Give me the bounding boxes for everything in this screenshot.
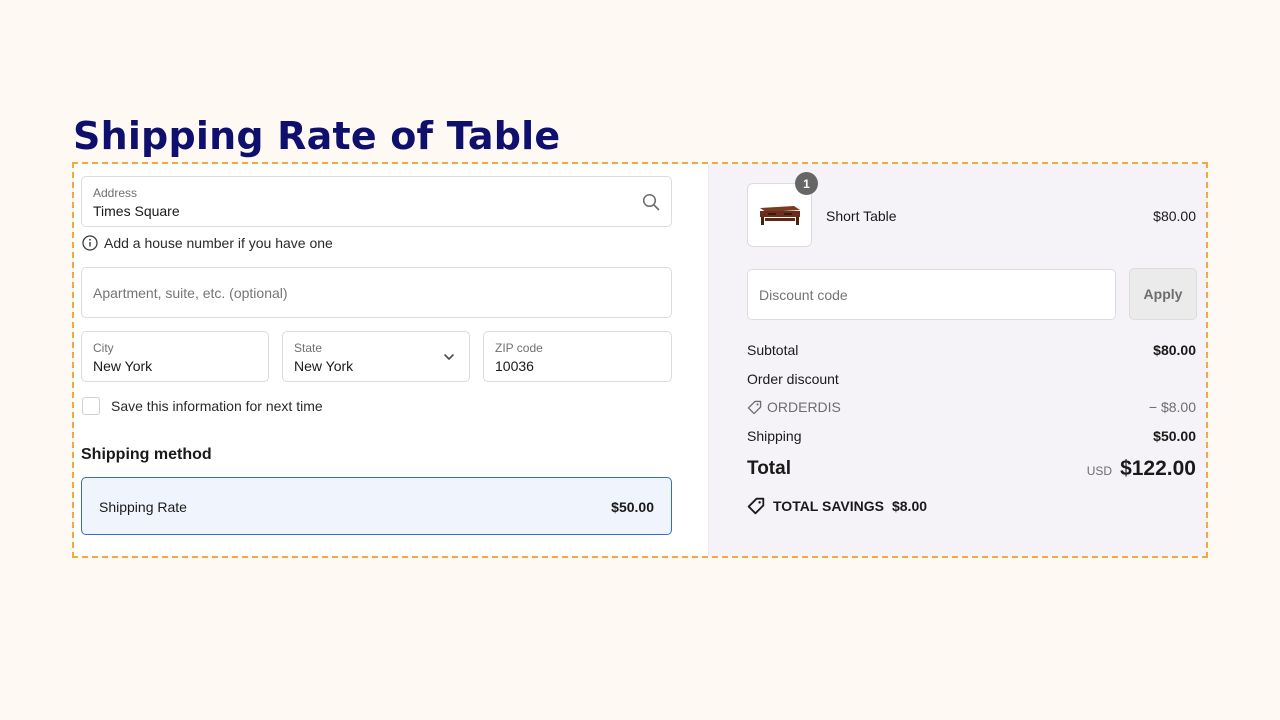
shipping-option-price: $50.00 (611, 499, 654, 515)
page-title: Shipping Rate of Table (73, 114, 561, 158)
shipping-method-heading: Shipping method (81, 446, 212, 463)
city-label: City (93, 341, 114, 355)
address-value[interactable]: Times Square (93, 203, 180, 219)
total-savings-value: $8.00 (891, 498, 928, 514)
state-value[interactable]: New York (294, 358, 353, 374)
total-savings-label: TOTAL SAVINGS (773, 498, 884, 514)
order-summary-panel: 1 Short Table $80.00 Discount code Apply… (709, 164, 1206, 556)
product-price: $80.00 (1153, 208, 1196, 224)
shipping-option-name: Shipping Rate (99, 499, 187, 515)
state-select[interactable]: State New York (282, 331, 470, 382)
total-amount: $122.00 (1120, 457, 1196, 480)
zip-field[interactable]: ZIP code 10036 (483, 331, 672, 382)
order-discount-label: Order discount (747, 371, 839, 387)
shipping-option-selected[interactable]: Shipping Rate $50.00 (81, 477, 672, 535)
subtotal-label: Subtotal (747, 342, 799, 358)
info-icon (82, 235, 98, 251)
apply-discount-button[interactable]: Apply (1129, 268, 1197, 320)
total-amount-group: USD $122.00 (1087, 457, 1196, 481)
address-field[interactable]: Address Times Square (81, 176, 672, 227)
checkout-frame: Address Times Square Add a house number … (72, 162, 1208, 558)
tag-icon (747, 400, 762, 414)
city-field[interactable]: City New York (81, 331, 269, 382)
address-label: Address (93, 186, 138, 200)
subtotal-row: Subtotal $80.00 (747, 342, 1196, 358)
discount-code-row: ORDERDIS − $8.00 (747, 399, 1196, 415)
discount-amount: − $8.00 (1148, 399, 1196, 415)
state-label: State (294, 341, 323, 355)
quantity-badge: 1 (795, 172, 818, 195)
zip-label: ZIP code (495, 341, 543, 355)
product-name: Short Table (826, 208, 897, 224)
address-hint: Add a house number if you have one (82, 235, 333, 251)
shipping-row: Shipping $50.00 (747, 428, 1196, 444)
total-row: Total USD $122.00 (747, 457, 1196, 481)
discount-code-label: ORDERDIS (747, 399, 841, 415)
currency-code: USD (1086, 464, 1113, 478)
shipping-label: Shipping (747, 428, 802, 444)
chevron-down-icon[interactable] (443, 352, 455, 362)
save-info-row[interactable]: Save this information for next time (82, 397, 323, 415)
apartment-field[interactable]: Apartment, suite, etc. (optional) (81, 267, 672, 318)
subtotal-value: $80.00 (1153, 342, 1196, 358)
delivery-panel: Address Times Square Add a house number … (74, 164, 709, 556)
discount-placeholder: Discount code (759, 287, 848, 303)
total-label: Total (747, 458, 791, 479)
apartment-placeholder: Apartment, suite, etc. (optional) (93, 285, 288, 301)
discount-code-input[interactable]: Discount code (747, 269, 1116, 320)
shipping-value: $50.00 (1153, 428, 1196, 444)
save-info-label[interactable]: Save this information for next time (111, 398, 323, 414)
discount-code-text: ORDERDIS (767, 399, 841, 415)
city-value[interactable]: New York (93, 358, 152, 374)
total-savings: TOTAL SAVINGS $8.00 (747, 497, 927, 515)
zip-value[interactable]: 10036 (495, 358, 534, 374)
address-hint-text: Add a house number if you have one (104, 235, 333, 251)
tag-icon (747, 497, 765, 515)
search-icon[interactable] (642, 193, 660, 211)
save-info-checkbox[interactable] (82, 397, 100, 415)
order-discount-row: Order discount (747, 371, 1196, 387)
